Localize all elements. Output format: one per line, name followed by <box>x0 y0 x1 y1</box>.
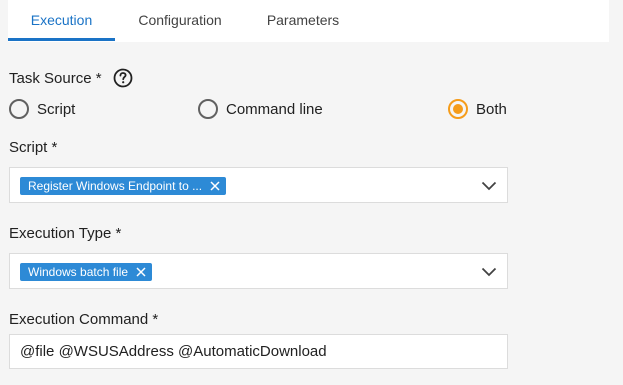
radio-both[interactable]: Both <box>448 98 507 120</box>
radio-script[interactable]: Script <box>9 98 75 120</box>
execution-command-label: Execution Command * <box>9 311 159 328</box>
execution-type-select[interactable]: Windows batch file <box>9 253 508 289</box>
help-circle-icon[interactable] <box>113 68 133 88</box>
script-select[interactable]: Register Windows Endpoint to ... <box>9 167 508 203</box>
tab-bar: Execution Configuration Parameters <box>8 0 609 42</box>
tab-execution[interactable]: Execution <box>8 0 115 40</box>
script-chip-label: Register Windows Endpoint to ... <box>28 179 203 193</box>
chevron-down-icon[interactable] <box>481 180 497 192</box>
active-tab-indicator <box>8 38 115 41</box>
execution-command-input[interactable]: @file @WSUSAddress @AutomaticDownload <box>9 334 508 369</box>
tab-configuration[interactable]: Configuration <box>120 0 240 40</box>
execution-type-chip-label: Windows batch file <box>28 265 129 279</box>
radio-circle-checked[interactable] <box>448 99 468 119</box>
radio-circle[interactable] <box>198 99 218 119</box>
radio-command-line[interactable]: Command line <box>198 98 323 120</box>
radio-both-label: Both <box>476 100 507 118</box>
chevron-down-icon[interactable] <box>481 266 497 278</box>
radio-script-label: Script <box>37 100 76 118</box>
radio-circle[interactable] <box>9 99 29 119</box>
remove-chip-icon[interactable] <box>136 267 146 277</box>
script-chip: Register Windows Endpoint to ... <box>20 177 227 195</box>
execution-type-chip: Windows batch file <box>20 263 153 281</box>
tab-parameters[interactable]: Parameters <box>248 0 358 40</box>
remove-chip-icon[interactable] <box>210 181 220 191</box>
radio-command-line-label: Command line <box>226 100 323 118</box>
script-label: Script * <box>9 139 58 156</box>
task-source-label: Task Source * <box>9 70 102 87</box>
execution-type-label: Execution Type * <box>9 225 122 242</box>
